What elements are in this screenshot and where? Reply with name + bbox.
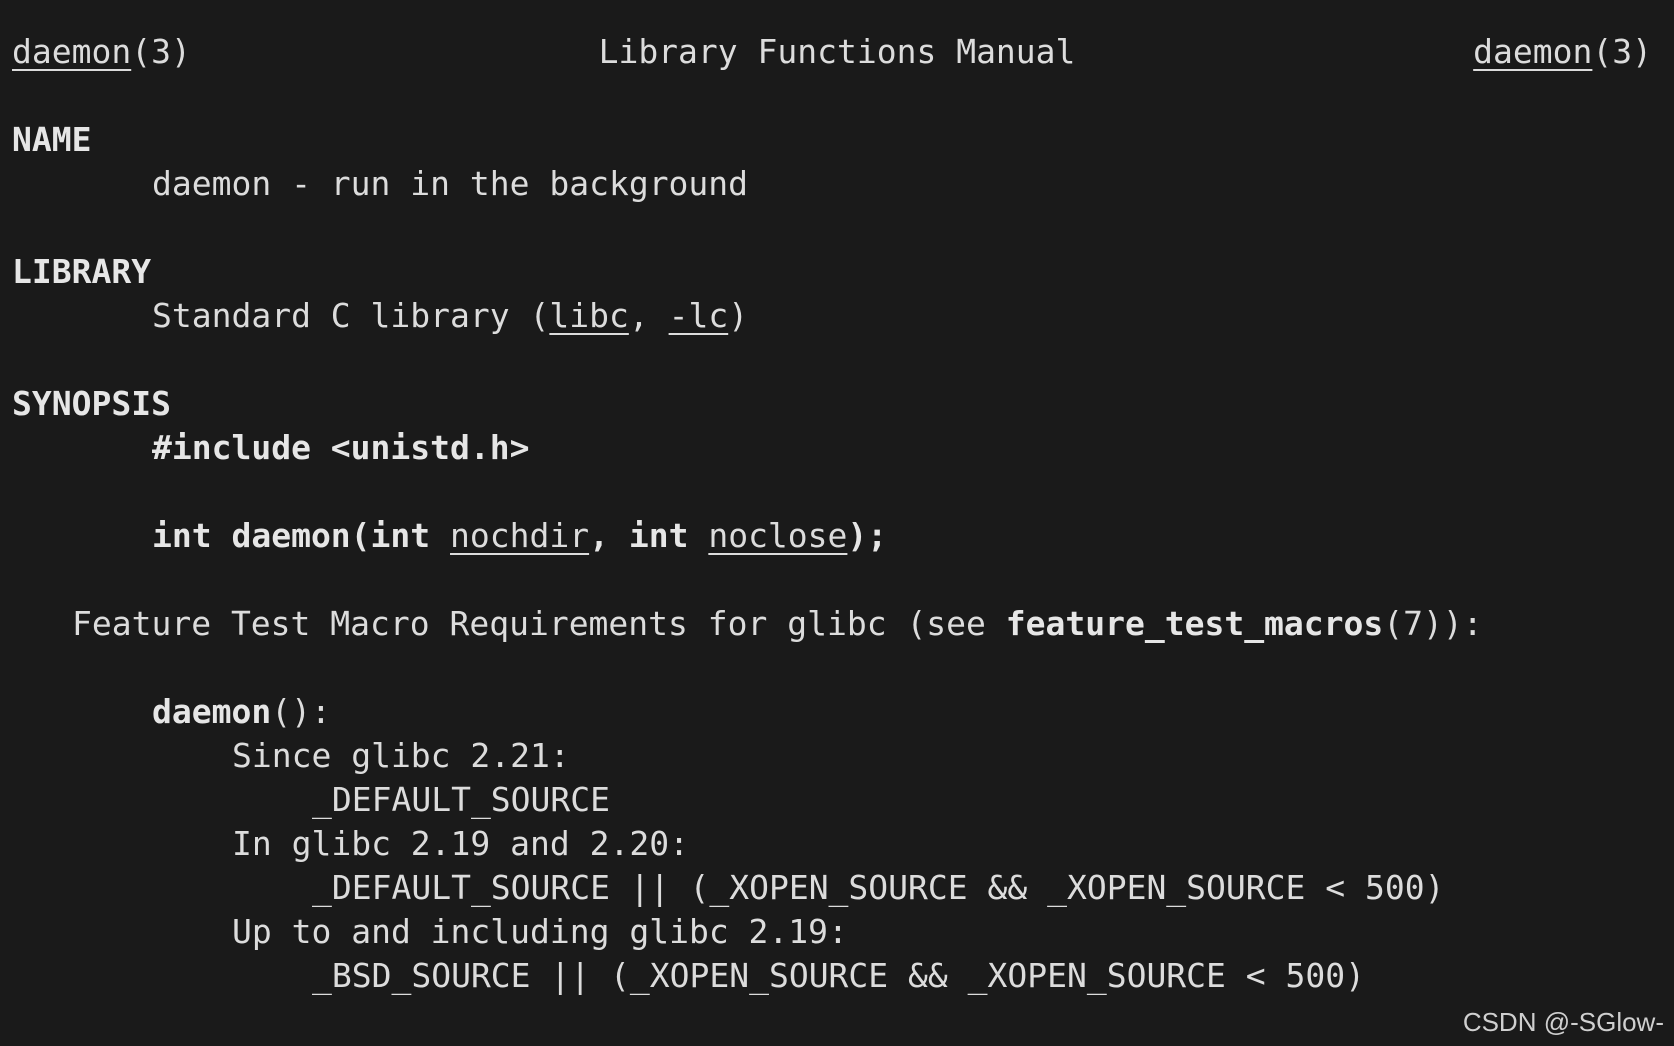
synopsis-include: #include <unistd.h> xyxy=(152,428,530,467)
ftm-line-bsd: _BSD_SOURCE || (_XOPEN_SOURCE && _XOPEN_… xyxy=(312,956,1365,995)
ftm-func-suffix: (): xyxy=(271,692,331,731)
ftm-func-name: daemon xyxy=(152,692,272,731)
param-noclose: noclose xyxy=(708,516,848,555)
prototype-return: int daemon(int xyxy=(152,516,451,555)
ftm-line-upto: Up to and including glibc 2.19: xyxy=(232,912,848,951)
prototype-sep: , xyxy=(589,516,629,555)
ftm-line-default-2: _DEFAULT_SOURCE || (_XOPEN_SOURCE && _XO… xyxy=(312,868,1445,907)
synopsis-prototype: int daemon(int nochdir, int noclose); xyxy=(152,514,887,558)
library-text: Standard C library (libc, -lc) xyxy=(152,294,748,338)
ftm-line-since: Since glibc 2.21: xyxy=(232,736,570,775)
ftm-line: Feature Test Macro Requirements for glib… xyxy=(72,602,1483,646)
name-text: daemon - run in the background xyxy=(152,164,749,203)
library-suffix: ) xyxy=(728,296,749,335)
header-right-name: daemon xyxy=(1473,32,1593,71)
prototype-int: int xyxy=(628,516,689,555)
ftm-line-in-glibc: In glibc 2.19 and 2.20: xyxy=(232,824,689,863)
param-nochdir: nochdir xyxy=(450,516,590,555)
header-right: daemon(3) xyxy=(1473,30,1652,74)
ftm-ref-name: feature_test_macros xyxy=(1005,604,1384,643)
prototype-end: ); xyxy=(847,516,888,555)
watermark: CSDN @-SGlow- xyxy=(1462,1007,1664,1037)
library-prefix: Standard C library ( xyxy=(152,296,550,335)
terminal-window: daemon(3) Library Functions Manual daemo… xyxy=(0,0,1674,1046)
synopsis-heading: SYNOPSIS xyxy=(12,384,171,423)
ftm-ref-suffix: (7)): xyxy=(1383,604,1483,643)
name-heading: NAME xyxy=(12,120,92,159)
ftm-function: daemon(): xyxy=(152,690,331,734)
prototype-space xyxy=(688,516,708,555)
library-sep: , xyxy=(628,296,669,335)
page-title: Library Functions Manual xyxy=(598,32,1076,71)
library-lc: -lc xyxy=(668,296,729,335)
library-libc: libc xyxy=(549,296,629,335)
library-heading: LIBRARY xyxy=(12,252,152,291)
ftm-line-default-1: _DEFAULT_SOURCE xyxy=(312,780,611,819)
ftm-prefix: Feature Test Macro Requirements for glib… xyxy=(72,604,1006,643)
header-right-section: (3) xyxy=(1592,32,1652,71)
